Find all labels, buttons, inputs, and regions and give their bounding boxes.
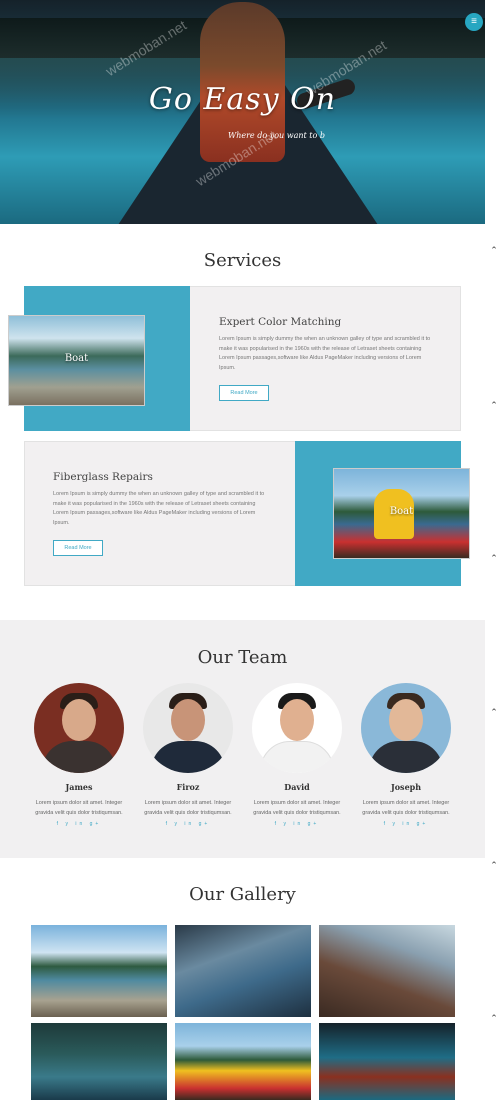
member-name: Joseph	[390, 782, 422, 792]
member-name: James	[65, 782, 93, 792]
services-heading: Services	[203, 250, 282, 271]
social-icons[interactable]: f y in g+	[356, 821, 456, 827]
service-text-2: Lorem Ipsum is simply dummy the when an …	[53, 491, 265, 526]
service-title-1: Expert Color Matching	[219, 316, 342, 328]
avatar-body	[151, 741, 225, 773]
avatar-face	[62, 699, 96, 741]
avatar	[361, 683, 451, 773]
hero-banner: Go Easy On Where do you want to b ≡ webm…	[0, 0, 485, 224]
avatar-body	[260, 741, 334, 773]
scroll-up-icon[interactable]: ⌃	[489, 400, 499, 410]
scroll-up-icon[interactable]: ⌃	[489, 1013, 499, 1023]
scroll-up-icon[interactable]: ⌃	[489, 707, 499, 717]
service-title-2: Fiberglass Repairs	[53, 471, 153, 483]
team-member-joseph: Joseph Lorem ipsum dolor sit amet. Integ…	[356, 683, 456, 827]
read-more-button[interactable]: Read More	[53, 540, 103, 556]
member-bio: Lorem ipsum dolor sit amet. Integer grav…	[35, 800, 123, 816]
member-bio: Lorem ipsum dolor sit amet. Integer grav…	[253, 800, 341, 816]
hamburger-icon: ≡	[471, 16, 477, 27]
hero-title: Go Easy On	[148, 82, 337, 117]
gallery-image-5[interactable]	[175, 1023, 311, 1100]
read-more-button[interactable]: Read More	[219, 385, 269, 401]
member-name: Firoz	[176, 782, 200, 792]
avatar-body	[42, 741, 116, 773]
scroll-up-icon[interactable]: ⌃	[489, 860, 499, 870]
social-icons[interactable]: f y in g+	[29, 821, 129, 827]
service-image-1: Boat	[8, 315, 145, 406]
gallery-image-4[interactable]	[31, 1023, 167, 1100]
service-image-2: Boat	[333, 468, 470, 559]
image-label: Boat	[389, 506, 414, 518]
avatar	[143, 683, 233, 773]
member-bio: Lorem ipsum dolor sit amet. Integer grav…	[144, 800, 232, 816]
team-member-james: James Lorem ipsum dolor sit amet. Intege…	[29, 683, 129, 827]
scroll-up-icon[interactable]: ⌃	[489, 245, 499, 255]
team-heading: Our Team	[197, 647, 288, 668]
gallery-image-3[interactable]	[319, 925, 455, 1017]
gallery-image-1[interactable]	[31, 925, 167, 1017]
hero-subtitle: Where do you want to b	[228, 131, 325, 140]
avatar-face	[389, 699, 423, 741]
team-member-firoz: Firoz Lorem ipsum dolor sit amet. Intege…	[138, 683, 238, 827]
gallery-heading: Our Gallery	[189, 884, 296, 905]
avatar-face	[280, 699, 314, 741]
avatar-face	[171, 699, 205, 741]
scroll-up-icon[interactable]: ⌃	[489, 553, 499, 563]
hamburger-menu-button[interactable]: ≡	[465, 13, 483, 31]
image-label: Boat	[64, 353, 89, 365]
gallery-image-6[interactable]	[319, 1023, 455, 1100]
social-icons[interactable]: f y in g+	[247, 821, 347, 827]
member-bio: Lorem ipsum dolor sit amet. Integer grav…	[362, 800, 450, 816]
avatar-body	[369, 741, 443, 773]
avatar	[252, 683, 342, 773]
service-text-1: Lorem Ipsum is simply dummy the when an …	[219, 336, 431, 371]
social-icons[interactable]: f y in g+	[138, 821, 238, 827]
member-name: David	[284, 782, 310, 792]
team-member-david: David Lorem ipsum dolor sit amet. Intege…	[247, 683, 347, 827]
gallery-image-2[interactable]	[175, 925, 311, 1017]
avatar	[34, 683, 124, 773]
